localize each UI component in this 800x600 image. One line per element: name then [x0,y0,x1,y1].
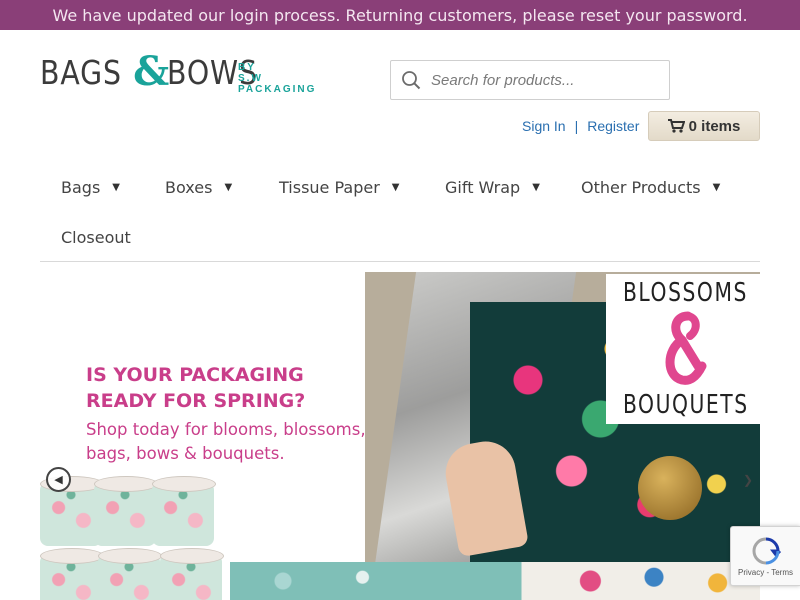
announcement-bar: We have updated our login process. Retur… [0,0,800,30]
cart-icon [667,119,685,133]
hero-subtext-line1: Shop today for blooms, blossoms, [86,420,366,439]
hero-subtext: Shop today for blooms, blossoms, bags, b… [86,418,386,466]
announcement-text: We have updated our login process. Retur… [52,5,748,25]
nav-item-gift-wrap[interactable]: Gift Wrap ▼ [445,178,540,197]
tissue-roll [98,548,162,600]
register-link[interactable]: Register [587,118,639,134]
tissue-roll [152,476,216,546]
nav-item-boxes[interactable]: Boxes ▼ [165,178,232,197]
nav-label: Bags [61,178,101,197]
nav-item-closeout[interactable]: Closeout [61,228,131,247]
badge-top-text: BLOSSOMS [622,278,748,308]
cart-button[interactable]: 0 items [648,111,760,141]
nav-item-bags[interactable]: Bags ▼ [61,178,120,197]
account-separator: | [574,118,579,134]
nav-label: Other Products [581,178,701,197]
search-input[interactable] [431,62,661,98]
logo-company: S.W PACKAGING [238,73,317,95]
caret-down-icon: ▼ [712,182,721,193]
recaptcha-footer[interactable]: Privacy - Terms [738,568,793,577]
logo-word-bags: BAGS [40,52,122,92]
hero-headline: IS YOUR PACKAGING READY FOR SPRING? [86,362,346,414]
hero-headline-line2: READY FOR SPRING? [86,390,306,412]
nav-label: Tissue Paper [279,178,380,197]
search-box [390,60,670,100]
logo-byline: BY S.W PACKAGING [238,62,345,95]
caret-down-icon: ▼ [112,182,120,193]
logo-ampersand: & [133,48,170,95]
tissue-roll [160,548,224,600]
recaptcha-badge[interactable]: Privacy - Terms [730,526,800,586]
slider-prev-button[interactable]: ◀ [46,467,71,492]
blossoms-bouquets-badge: BLOSSOMS BOUQUETS [606,274,760,424]
cart-label: 0 items [688,117,741,135]
recaptcha-icon [751,537,781,564]
search-icon[interactable] [391,61,431,99]
nav-item-other-products[interactable]: Other Products ▼ [581,178,720,197]
hero-tissue-rolls [40,476,240,600]
hero-banner[interactable]: BLOSSOMS BOUQUETS IS YOUR PACKAGING READ… [40,272,760,600]
caret-down-icon: ▼ [224,182,233,193]
ribbon-ampersand-icon [665,311,707,385]
tissue-roll [94,476,158,546]
logo-by: BY [238,62,256,73]
tissue-roll [40,548,104,600]
tissue-roll [40,476,104,546]
account-links: Sign In | Register [522,118,639,134]
hero-gold-seal [638,456,702,520]
main-navigation: Bags ▼ Boxes ▼ Tissue Paper ▼ Gift Wrap … [40,164,760,262]
nav-label: Closeout [61,228,131,247]
hero-headline-line1: IS YOUR PACKAGING [86,364,304,386]
hero-paper-strip [230,562,760,600]
slider-next-button[interactable]: ❯ [740,470,756,490]
caret-down-icon: ▼ [532,182,540,193]
badge-bottom-text: BOUQUETS [622,390,749,420]
caret-down-icon: ▼ [391,182,400,193]
chevron-left-icon: ◀ [54,474,63,486]
nav-item-tissue-paper[interactable]: Tissue Paper ▼ [279,178,399,197]
nav-label: Boxes [165,178,213,197]
chevron-right-icon: ❯ [742,473,754,487]
sign-in-link[interactable]: Sign In [522,118,566,134]
nav-label: Gift Wrap [445,178,521,197]
site-logo[interactable]: BAGS & BOWS BY S.W PACKAGING [40,48,345,96]
hero-subtext-line2: bags, bows & bouquets. [86,444,285,463]
